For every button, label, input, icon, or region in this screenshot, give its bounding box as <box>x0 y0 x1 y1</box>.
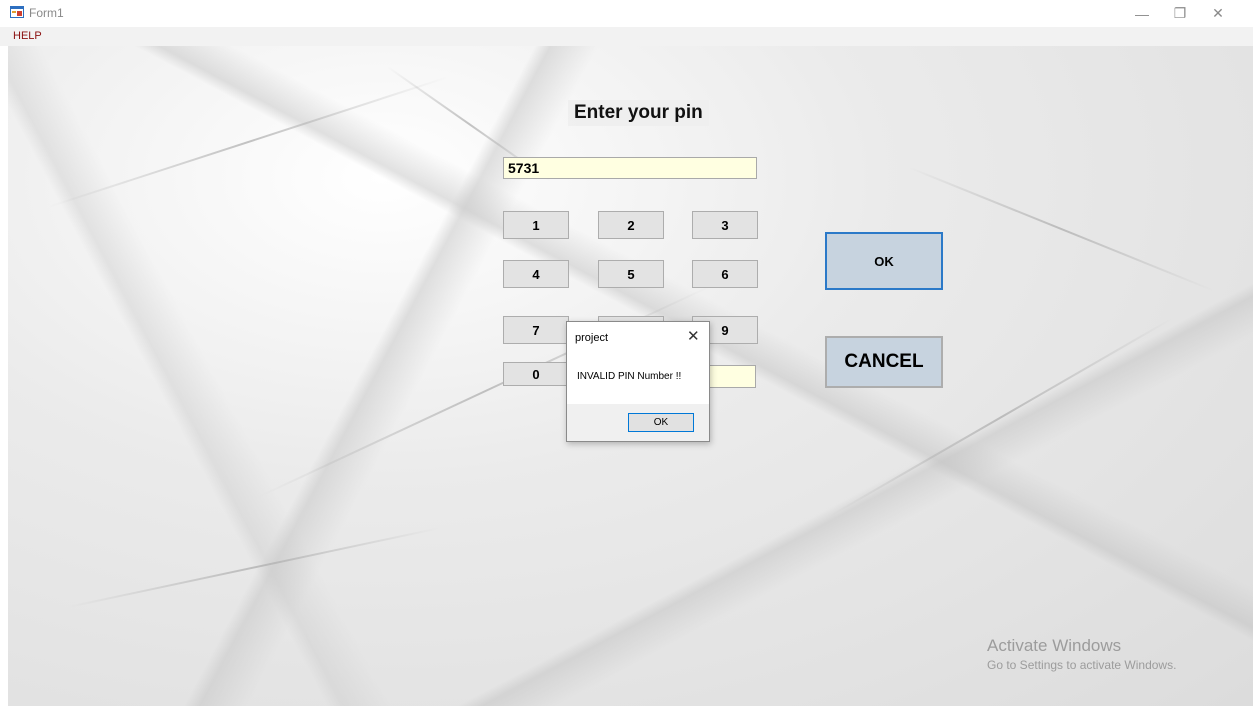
keypad-button-0[interactable]: 0 <box>503 362 569 386</box>
minimize-button[interactable]: — <box>1124 0 1160 27</box>
dialog-close-icon[interactable]: ✕ <box>687 327 700 345</box>
keypad-button-3[interactable]: 3 <box>692 211 758 239</box>
dialog-message: INVALID PIN Number !! <box>577 371 682 382</box>
dialog-ok-button[interactable]: OK <box>628 413 694 432</box>
keypad-button-1[interactable]: 1 <box>503 211 569 239</box>
paper-crease <box>907 166 1214 292</box>
keypad-button-6[interactable]: 6 <box>692 260 758 288</box>
secondary-input[interactable] <box>708 365 756 388</box>
paper-crease <box>48 76 449 208</box>
pin-input[interactable] <box>503 157 757 179</box>
menu-bar: HELP <box>0 27 1253 46</box>
close-window-button[interactable]: ✕ <box>1200 0 1236 27</box>
keypad-button-7[interactable]: 7 <box>503 316 569 344</box>
watermark-title: Activate Windows <box>987 636 1122 655</box>
keypad-button-2[interactable]: 2 <box>598 211 664 239</box>
keypad-button-5[interactable]: 5 <box>598 260 664 288</box>
restore-button[interactable]: ❐ <box>1162 0 1198 27</box>
dialog-footer: OK <box>567 404 709 441</box>
window-title: Form1 <box>29 6 64 20</box>
cancel-button[interactable]: CANCEL <box>825 336 943 388</box>
activation-watermark: Activate Windows Go to Settings to activ… <box>987 636 1176 672</box>
message-dialog: project ✕ INVALID PIN Number !! OK <box>566 321 710 442</box>
page-title: Enter your pin <box>568 100 709 126</box>
ok-button[interactable]: OK <box>825 232 943 290</box>
menu-item-help[interactable]: HELP <box>13 30 42 42</box>
title-bar: Form1 — ❐ ✕ <box>0 0 1253 27</box>
dialog-title: project <box>575 332 609 344</box>
keypad-button-4[interactable]: 4 <box>503 260 569 288</box>
app-icon <box>10 6 24 18</box>
paper-crease <box>68 526 441 608</box>
watermark-subtitle: Go to Settings to activate Windows. <box>987 658 1177 672</box>
